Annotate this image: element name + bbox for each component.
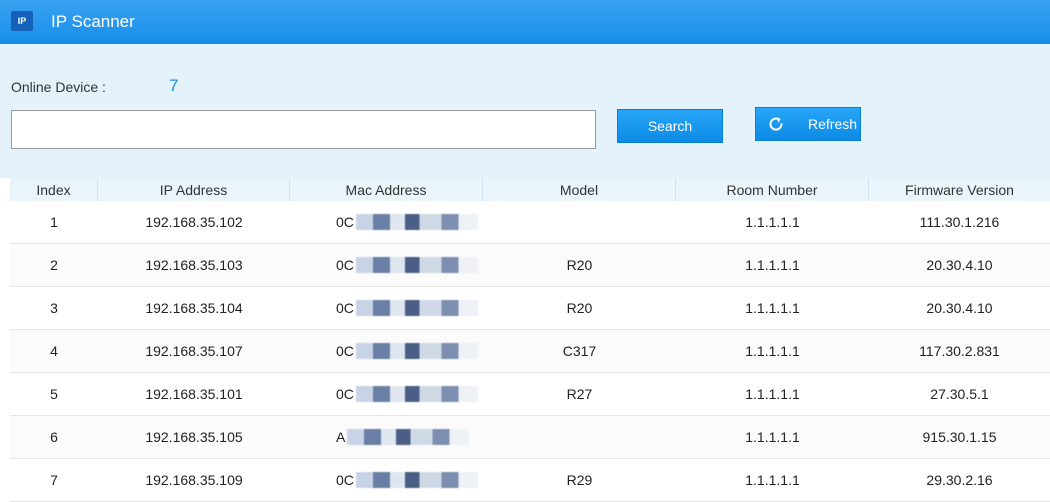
cell-room-number: 1.1.1.1.1 [745,429,800,445]
cell-mac-address: 0C [290,330,483,372]
table-row[interactable]: 1 192.168.35.102 0C 1.1.1.1.1 111.30.1.2… [10,201,1050,244]
table-row[interactable]: 4 192.168.35.107 0C C317 1.1.1.1.1 117.3… [10,330,1050,373]
cell-ip-address: 192.168.35.105 [145,429,243,445]
refresh-button[interactable]: Refresh [755,107,861,141]
header-model[interactable]: Model [483,178,676,201]
cell-index: 4 [50,343,58,359]
cell-index: 5 [50,386,58,402]
cell-model: R27 [566,386,593,402]
mac-redaction [355,214,478,230]
cell-model [483,201,676,243]
cell-model: R20 [566,257,593,273]
refresh-button-label: Refresh [808,116,858,132]
cell-ip-address: 192.168.35.103 [145,257,243,273]
mac-prefix: A [336,429,346,445]
table-row[interactable]: 3 192.168.35.104 0C R20 1.1.1.1.1 20.30.… [10,287,1050,330]
online-device-count: 7 [169,76,179,95]
header-mac-address[interactable]: Mac Address [290,178,483,201]
cell-index: 6 [50,429,58,445]
cell-mac-address: 0C [290,244,483,286]
cell-mac-address: 0C [290,287,483,329]
search-input[interactable] [11,110,596,149]
cell-model: R20 [566,300,593,316]
cell-firmware-version: 915.30.1.15 [922,429,997,445]
mac-redaction [355,472,478,488]
app-title: IP Scanner [51,12,135,31]
cell-index: 7 [50,472,58,488]
cell-model: R29 [566,472,593,488]
cell-ip-address: 192.168.35.104 [145,300,243,316]
cell-mac-address: 0C [290,201,483,243]
cell-mac-address: 0C [290,459,483,501]
cell-ip-address: 192.168.35.107 [145,343,243,359]
cell-firmware-version: 27.30.5.1 [930,386,989,402]
cell-mac-address: 0C [290,373,483,415]
cell-room-number: 1.1.1.1.1 [745,257,800,273]
header-ip-address[interactable]: IP Address [98,178,290,201]
cell-firmware-version: 29.30.2.16 [926,472,993,488]
app-icon: IP [11,11,33,31]
mac-prefix: 0C [336,257,354,273]
mac-redaction [355,343,478,359]
mac-prefix: 0C [336,214,354,230]
device-table: Index IP Address Mac Address Model Room … [10,178,1050,502]
search-button[interactable]: Search [617,109,723,143]
cell-room-number: 1.1.1.1.1 [745,343,800,359]
cell-room-number: 1.1.1.1.1 [745,300,800,316]
cell-index: 2 [50,257,58,273]
cell-firmware-version: 111.30.1.216 [919,214,1000,230]
cell-index: 1 [50,214,58,230]
table-header: Index IP Address Mac Address Model Room … [10,178,1050,201]
mac-redaction [347,429,470,445]
cell-room-number: 1.1.1.1.1 [745,214,800,230]
table-row[interactable]: 2 192.168.35.103 0C R20 1.1.1.1.1 20.30.… [10,244,1050,287]
header-firmware-version[interactable]: Firmware Version [869,178,1050,201]
cell-ip-address: 192.168.35.102 [145,214,243,230]
table-body: 1 192.168.35.102 0C 1.1.1.1.1 111.30.1.2… [10,201,1050,502]
cell-firmware-version: 117.30.2.831 [919,343,1000,359]
cell-room-number: 1.1.1.1.1 [745,386,800,402]
title-bar: IP IP Scanner [0,0,1050,44]
cell-firmware-version: 20.30.4.10 [926,300,993,316]
header-room-number[interactable]: Room Number [676,178,869,201]
mac-redaction [355,300,478,316]
refresh-icon [767,115,785,133]
mac-redaction [355,257,478,273]
mac-redaction [355,386,478,402]
search-button-label: Search [647,118,693,134]
cell-index: 3 [50,300,58,316]
table-row[interactable]: 6 192.168.35.105 A 1.1.1.1.1 915.30.1.15 [10,416,1050,459]
cell-room-number: 1.1.1.1.1 [745,472,800,488]
cell-ip-address: 192.168.35.101 [145,386,243,402]
cell-firmware-version: 20.30.4.10 [926,257,993,273]
cell-model: C317 [562,343,597,359]
cell-mac-address: A [290,416,483,458]
table-row[interactable]: 5 192.168.35.101 0C R27 1.1.1.1.1 27.30.… [10,373,1050,416]
online-device-label: Online Device : [11,79,106,95]
cell-model [483,416,676,458]
table-row[interactable]: 7 192.168.35.109 0C R29 1.1.1.1.1 29.30.… [10,459,1050,502]
header-index[interactable]: Index [10,178,98,201]
mac-prefix: 0C [336,343,354,359]
mac-prefix: 0C [336,300,354,316]
mac-prefix: 0C [336,472,354,488]
mac-prefix: 0C [336,386,354,402]
cell-ip-address: 192.168.35.109 [145,472,243,488]
